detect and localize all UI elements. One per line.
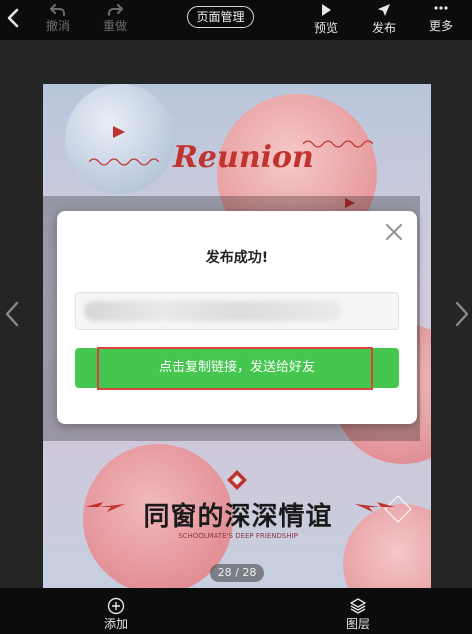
redo-button[interactable]: 重做 — [95, 0, 135, 40]
add-button[interactable]: 添加 — [91, 588, 141, 634]
publish-label: 发布 — [371, 21, 396, 35]
triangle-decoration-icon — [113, 126, 125, 138]
top-toolbar: 撤消 重做 页面管理 预览 发布 更多 — [0, 0, 472, 40]
more-button[interactable]: 更多 — [421, 0, 461, 40]
send-icon — [378, 4, 390, 16]
redo-icon — [108, 4, 123, 16]
chevron-left-icon — [5, 301, 19, 327]
page-manager-button[interactable]: 页面管理 — [187, 6, 254, 28]
page-indicator: 28 / 28 — [210, 564, 264, 582]
publish-success-dialog: 发布成功! 点击复制链接，发送给好友 — [57, 211, 417, 424]
next-page-button[interactable] — [454, 300, 470, 328]
poster-headline: Reunion — [173, 140, 314, 175]
more-dots-icon — [434, 6, 448, 10]
wave-decoration-icon — [89, 158, 159, 166]
add-circle-icon — [107, 597, 125, 615]
copy-link-label[interactable]: 点击复制链接，发送给好友 — [75, 348, 399, 388]
poster-title: 同窗的深深情谊 — [143, 502, 333, 532]
layers-label: 图层 — [345, 617, 370, 631]
layers-button[interactable]: 图层 — [333, 588, 383, 634]
diamond-decoration-icon — [227, 470, 247, 490]
chevron-left-icon — [7, 8, 19, 28]
redo-label: 重做 — [102, 19, 127, 33]
previous-page-button[interactable] — [4, 300, 20, 328]
undo-label: 撤消 — [45, 19, 70, 33]
chevron-right-icon — [455, 301, 469, 327]
editor-app: 撤消 重做 页面管理 预览 发布 更多 Reunion 同窗的深深情谊 SCHO… — [0, 0, 472, 634]
undo-button[interactable]: 撤消 — [38, 0, 78, 40]
layers-icon — [350, 598, 366, 614]
publish-button[interactable]: 发布 — [364, 0, 404, 40]
dialog-title: 发布成功! — [205, 250, 269, 266]
close-icon — [385, 223, 403, 241]
preview-button[interactable]: 预览 — [306, 0, 346, 40]
add-label: 添加 — [103, 617, 128, 631]
bottom-toolbar: 添加 图层 — [0, 588, 472, 634]
preview-label: 预览 — [313, 21, 338, 35]
back-button[interactable] — [2, 6, 26, 30]
poster-subtitle: SCHOOLMATE'S DEEP FRIENDSHIP — [178, 532, 298, 540]
share-link-field[interactable] — [75, 292, 399, 330]
blurred-link-text — [84, 301, 342, 321]
lightning-decoration-icon — [355, 502, 395, 512]
close-button[interactable] — [383, 221, 405, 243]
play-icon — [322, 4, 331, 16]
more-label: 更多 — [428, 19, 453, 33]
undo-icon — [50, 4, 65, 16]
